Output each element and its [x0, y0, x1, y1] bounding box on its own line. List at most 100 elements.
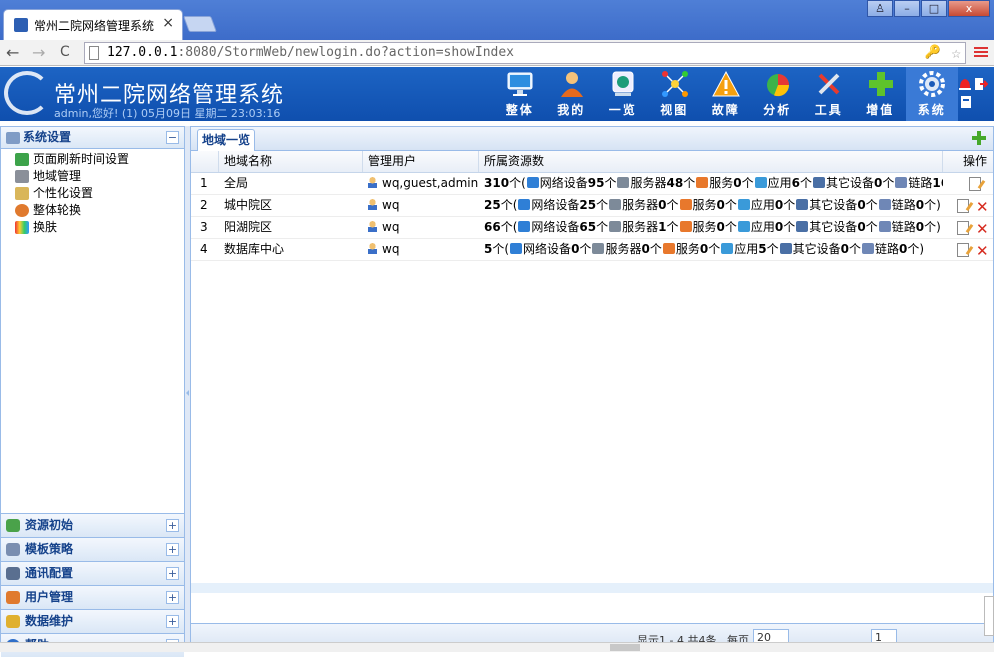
resource-unit: 个 — [924, 220, 937, 234]
expand-icon[interactable]: + — [166, 519, 179, 532]
window-controls: ♙ – □ x — [866, 0, 990, 17]
expand-icon[interactable]: + — [166, 543, 179, 556]
sidebar-item-label: 换肤 — [33, 220, 58, 234]
expand-icon[interactable]: + — [166, 615, 179, 628]
resource-unit: 个 — [882, 176, 895, 190]
resource-srv-count: 48 — [666, 176, 684, 190]
lock-screen-icon[interactable] — [960, 95, 972, 109]
main-panel: 地域一览 地域名称 管理用户 所属资源数 操作 1 全局 wq,guest,admi… — [190, 126, 994, 652]
tab-region-overview[interactable]: 地域一览 — [197, 129, 255, 151]
resource-type-label: 链路 — [875, 242, 900, 256]
nav-mine[interactable]: 我的 — [546, 67, 598, 121]
expand-icon[interactable]: + — [166, 591, 179, 604]
browser-tab[interactable]: 常州二院网络管理系统 × — [3, 9, 183, 40]
sidebar-section-header[interactable]: 系统设置 − — [1, 127, 184, 149]
resource-type-label: 网络设备 — [539, 176, 588, 190]
sidebar-item-rotation[interactable]: 整体轮换 — [15, 202, 184, 219]
nav-overall[interactable]: 整体 — [494, 67, 546, 121]
row-actions: ✕ — [943, 217, 993, 238]
horizontal-scrollbar[interactable] — [0, 642, 994, 652]
sidebar-item-region[interactable]: 地域管理 — [15, 168, 184, 185]
region-users-text: wq — [382, 242, 400, 256]
nav-tools[interactable]: 工具 — [803, 67, 855, 121]
resource-close: ) — [936, 220, 941, 234]
table-row[interactable]: 3 阳湖院区 wq 66个(网络设备65个 服务器1个 服务0个 应用0个 其它设备0个 链路0… — [191, 217, 993, 239]
sidebar-item-personalize[interactable]: 个性化设置 — [15, 185, 184, 202]
resource-unit: 个 — [649, 242, 662, 256]
oth-type-icon — [796, 199, 809, 210]
edit-icon[interactable] — [957, 221, 969, 235]
resource-type-label: 应用 — [767, 176, 792, 190]
row-actions — [943, 173, 993, 194]
add-region-icon[interactable] — [971, 130, 987, 146]
svc-type-icon — [662, 243, 675, 254]
new-tab-button[interactable] — [183, 16, 217, 32]
logout-icon[interactable] — [974, 77, 988, 91]
nav-fault[interactable]: 故障 — [700, 67, 752, 121]
alarm-bell-icon[interactable] — [958, 77, 972, 91]
back-icon[interactable]: ← — [6, 43, 19, 62]
col-resources[interactable]: 所属资源数 — [479, 151, 943, 172]
region-name: 阳湖院区 — [224, 220, 273, 234]
table-row[interactable]: 1 全局 wq,guest,admin 310个(网络设备95个 服务器48个 服务0个应… — [191, 173, 993, 195]
skin-icon — [15, 221, 29, 234]
accordion-data-maint[interactable]: 数据维护 + — [1, 609, 184, 633]
maximize-button[interactable]: □ — [921, 0, 947, 17]
table-row[interactable]: 4 数据库中心 wq 5个(网络设备0个 服务器0个 服务0个 应用5个 其它设备0个 链路0个… — [191, 239, 993, 261]
resource-unit: 个 — [666, 198, 679, 212]
accordion-label: 资源初始 — [25, 518, 74, 532]
minimize-button[interactable]: – — [894, 0, 920, 17]
nav-list[interactable]: 一览 — [597, 67, 649, 121]
edit-icon[interactable] — [969, 177, 981, 191]
expand-icon[interactable]: + — [166, 567, 179, 580]
sidebar-item-refresh-time[interactable]: 页面刷新时间设置 — [15, 151, 184, 168]
col-users[interactable]: 管理用户 — [363, 151, 479, 172]
accordion-user-mgmt[interactable]: 用户管理 + — [1, 585, 184, 609]
region-resources: 310个(网络设备95个服务器48个服务0个应用6个其它设备0个链路16... — [479, 173, 943, 194]
close-tab-icon[interactable]: × — [162, 15, 174, 31]
browser-menu-icon[interactable] — [974, 45, 988, 59]
profile-icon[interactable]: ♙ — [867, 0, 893, 17]
sidebar-item-label: 地域管理 — [33, 169, 82, 183]
edit-icon[interactable] — [957, 199, 969, 213]
table-row[interactable]: 2 城中院区 wq 25个(网络设备25个 服务器0个 服务0个 应用0个 其它设备0个 链路0… — [191, 195, 993, 217]
nav-system[interactable]: 系统 — [906, 67, 958, 121]
resource-type-label: 链路 — [891, 220, 916, 234]
sidebar-item-skin[interactable]: 换肤 — [15, 219, 184, 236]
col-region-name[interactable]: 地域名称 — [219, 151, 363, 172]
col-rownum — [191, 151, 219, 172]
nav-addon[interactable]: 增值 — [855, 67, 907, 121]
resource-type-label: 服务 — [709, 176, 734, 190]
key-icon[interactable]: 🔑 — [925, 43, 941, 63]
nav-label: 一览 — [608, 103, 637, 117]
resource-type-label: 服务 — [692, 220, 717, 234]
accordion-comm-config[interactable]: 通讯配置 + — [1, 561, 184, 585]
delete-icon[interactable]: ✕ — [976, 241, 989, 260]
reload-icon[interactable]: C — [60, 44, 70, 60]
forward-icon[interactable]: → — [32, 43, 45, 62]
resource-srv-count: 0 — [658, 198, 667, 212]
sidebar-item-label: 整体轮换 — [33, 203, 82, 217]
page-scroll-handle[interactable] — [984, 596, 994, 636]
resource-unit: 个 — [579, 242, 592, 256]
nav-view[interactable]: 视图 — [649, 67, 701, 121]
bookmark-star-icon[interactable]: ☆ — [951, 43, 961, 63]
delete-icon[interactable]: ✕ — [976, 219, 989, 238]
resource-svc-count: 0 — [733, 176, 742, 190]
resource-unit: 个 — [604, 176, 617, 190]
accordion-template-policy[interactable]: 模板策略 + — [1, 537, 184, 561]
accordion-resource-init[interactable]: 资源初始 + — [1, 513, 184, 537]
svc-type-icon — [679, 199, 692, 210]
row-number: 2 — [200, 198, 208, 212]
comm-icon — [6, 567, 20, 580]
close-window-button[interactable]: x — [948, 0, 990, 17]
grid-body: 1 全局 wq,guest,admin 310个(网络设备95个 服务器48个 服务0个应… — [191, 173, 993, 261]
nav-analysis[interactable]: 分析 — [752, 67, 804, 121]
custom-icon — [15, 187, 29, 200]
edit-icon[interactable] — [957, 243, 969, 257]
nav-label: 系统 — [917, 103, 946, 117]
delete-icon[interactable]: ✕ — [976, 197, 989, 216]
net-type-icon — [510, 243, 523, 254]
address-input[interactable]: 127.0.0.1:8080/StormWeb/newlogin.do?acti… — [84, 42, 966, 64]
collapse-icon[interactable]: − — [166, 131, 179, 144]
